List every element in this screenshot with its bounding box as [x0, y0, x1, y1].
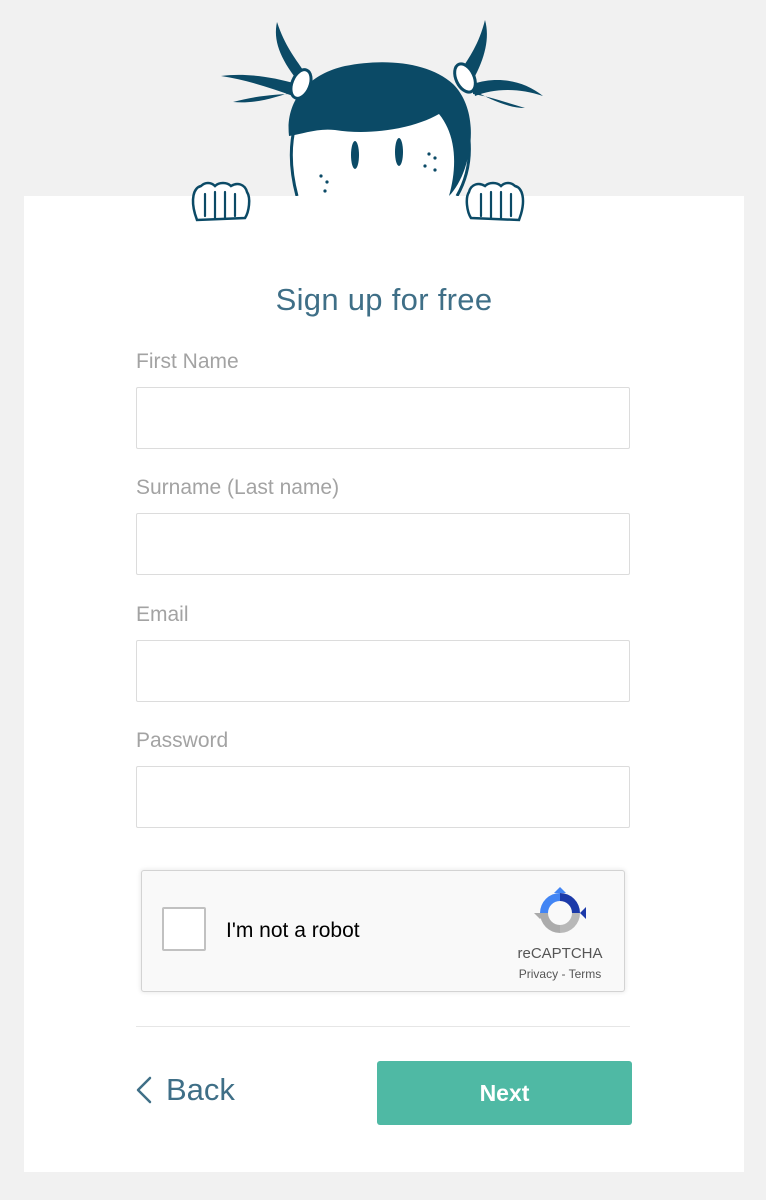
next-button[interactable]: Next: [377, 1061, 632, 1125]
password-label: Password: [136, 729, 229, 752]
divider: [136, 1026, 630, 1027]
email-field[interactable]: [136, 640, 630, 702]
password-field[interactable]: [136, 766, 630, 828]
chevron-left-icon: [136, 1076, 152, 1104]
recaptcha-checkbox[interactable]: [162, 907, 206, 951]
recaptcha-link-separator: -: [561, 967, 566, 981]
recaptcha-privacy-link[interactable]: Privacy: [519, 967, 558, 981]
page-title: Sign up for free: [275, 282, 493, 317]
back-label: Back: [166, 1072, 235, 1107]
recaptcha-logo-icon: [534, 887, 586, 933]
email-label: Email: [136, 603, 189, 626]
recaptcha-label: I'm not a robot: [226, 919, 360, 942]
first-name-label: First Name: [136, 350, 239, 373]
back-button[interactable]: Back: [136, 1068, 235, 1112]
recaptcha-terms-link[interactable]: Terms: [569, 967, 602, 981]
recaptcha-brand: reCAPTCHA: [517, 945, 603, 962]
signup-card: Sign up for free First Name Surname (Las…: [24, 196, 744, 1172]
recaptcha-links: Privacy - Terms: [502, 967, 618, 981]
first-name-field[interactable]: [136, 387, 630, 449]
recaptcha-widget: I'm not a robot reCAPTCHA Privacy - Term…: [141, 870, 625, 992]
surname-label: Surname (Last name): [136, 476, 340, 499]
surname-field[interactable]: [136, 513, 630, 575]
